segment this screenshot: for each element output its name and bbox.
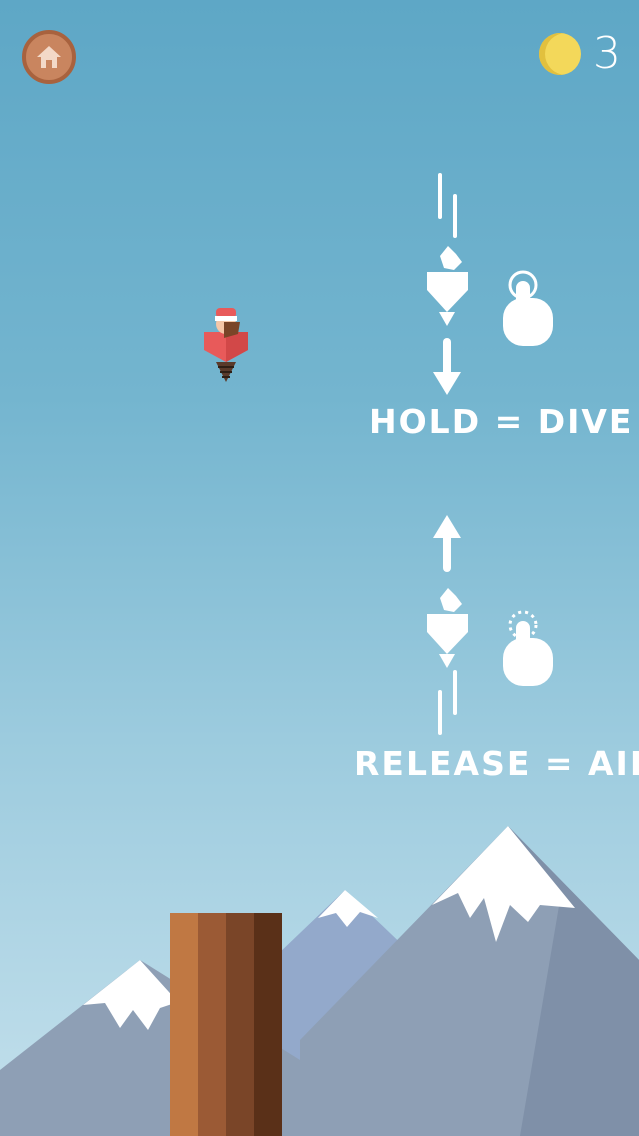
- diving-character-icon: [427, 246, 468, 326]
- coin-counter: 3: [539, 32, 621, 76]
- home-icon: [37, 46, 61, 68]
- release-air-instruction: RELEASE = AIR: [354, 744, 639, 783]
- arrow-down-icon: [433, 338, 461, 395]
- rising-character-icon: [427, 588, 468, 668]
- game-scene[interactable]: [0, 0, 639, 1136]
- home-button[interactable]: [22, 30, 76, 84]
- coin-count: 3: [593, 28, 621, 79]
- wooden-pillar: [170, 913, 282, 1136]
- coin-icon: [539, 33, 581, 75]
- hand-release-icon: [503, 610, 553, 686]
- arrow-up-icon: [433, 515, 461, 572]
- player-character: [204, 308, 248, 382]
- hold-tutorial-graphic: [427, 173, 553, 395]
- release-tutorial-graphic: [427, 515, 553, 735]
- hand-press-icon: [503, 270, 553, 346]
- hold-dive-instruction: HOLD = DIVE: [369, 402, 634, 441]
